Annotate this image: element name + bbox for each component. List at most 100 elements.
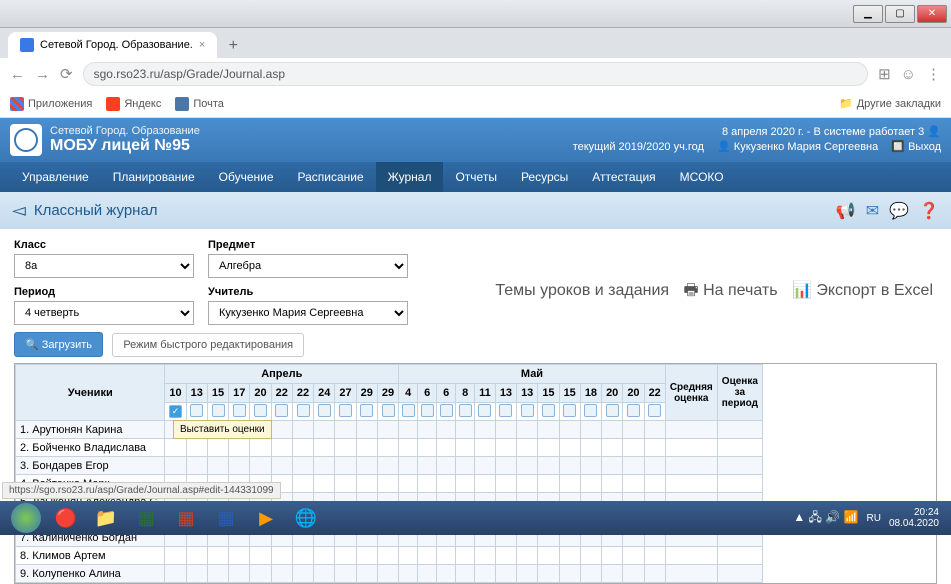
grade-cell[interactable] <box>475 547 496 565</box>
day-checkbox[interactable] <box>229 403 250 421</box>
period-cell[interactable] <box>717 457 762 475</box>
close-tab-icon[interactable]: × <box>199 39 205 51</box>
topics-link[interactable]: Темы уроков и задания <box>495 282 669 299</box>
grade-cell[interactable] <box>580 421 601 439</box>
day-header[interactable]: 29 <box>356 384 377 403</box>
taskbar-word[interactable]: ▦ <box>206 504 246 532</box>
grade-cell[interactable] <box>644 565 665 583</box>
grade-cell[interactable] <box>271 547 292 565</box>
grade-cell[interactable] <box>602 439 623 457</box>
nav-item-8[interactable]: МСОКО <box>668 162 736 192</box>
grade-cell[interactable] <box>437 457 456 475</box>
grade-cell[interactable] <box>418 475 437 493</box>
grade-cell[interactable] <box>559 547 580 565</box>
grade-cell[interactable] <box>623 439 644 457</box>
grade-cell[interactable] <box>399 475 418 493</box>
taskbar-powerpoint[interactable]: ▦ <box>166 504 206 532</box>
grade-cell[interactable] <box>335 439 356 457</box>
class-select[interactable]: 8a <box>14 254 194 278</box>
grade-cell[interactable] <box>437 475 456 493</box>
grade-cell[interactable] <box>580 457 601 475</box>
grade-cell[interactable] <box>580 547 601 565</box>
grade-cell[interactable] <box>377 439 398 457</box>
day-checkbox[interactable] <box>207 403 228 421</box>
grade-cell[interactable] <box>623 565 644 583</box>
grade-cell[interactable] <box>456 457 475 475</box>
grade-cell[interactable] <box>186 457 207 475</box>
grade-cell[interactable] <box>456 475 475 493</box>
grade-cell[interactable] <box>292 439 313 457</box>
profile-icon[interactable]: ☺ <box>901 66 916 83</box>
grade-cell[interactable] <box>418 421 437 439</box>
grade-cell[interactable] <box>314 547 335 565</box>
grade-cell[interactable] <box>314 457 335 475</box>
grade-cell[interactable] <box>580 565 601 583</box>
grade-cell[interactable] <box>335 565 356 583</box>
period-cell[interactable] <box>717 475 762 493</box>
grade-cell[interactable] <box>377 457 398 475</box>
period-cell[interactable] <box>717 439 762 457</box>
grade-cell[interactable] <box>165 439 186 457</box>
taskbar-excel[interactable]: ▦ <box>126 504 166 532</box>
grade-cell[interactable] <box>644 475 665 493</box>
subject-select[interactable]: Алгебра <box>208 254 408 278</box>
grade-cell[interactable] <box>314 475 335 493</box>
grade-cell[interactable] <box>495 421 516 439</box>
grade-cell[interactable] <box>644 439 665 457</box>
grade-cell[interactable] <box>314 421 335 439</box>
grade-cell[interactable] <box>292 565 313 583</box>
day-header[interactable]: 6 <box>418 384 437 403</box>
day-header[interactable]: 13 <box>495 384 516 403</box>
extension-icon[interactable]: ⊞ <box>878 65 891 83</box>
grade-cell[interactable] <box>437 565 456 583</box>
grade-cell[interactable] <box>271 565 292 583</box>
grade-cell[interactable] <box>418 457 437 475</box>
day-header[interactable]: 24 <box>314 384 335 403</box>
day-checkbox[interactable] <box>186 403 207 421</box>
day-checkbox[interactable] <box>250 403 271 421</box>
grade-cell[interactable] <box>475 565 496 583</box>
taskbar-explorer[interactable]: 📁 <box>86 504 126 532</box>
grade-cell[interactable] <box>517 457 538 475</box>
grade-cell[interactable] <box>538 457 559 475</box>
grade-cell[interactable] <box>399 457 418 475</box>
day-header[interactable]: 20 <box>602 384 623 403</box>
student-name[interactable]: 1. Арутюнян Карина <box>16 421 165 439</box>
grade-cell[interactable] <box>559 421 580 439</box>
day-header[interactable]: 22 <box>271 384 292 403</box>
taskbar-opera[interactable]: 🔴 <box>46 504 86 532</box>
grade-cell[interactable] <box>517 547 538 565</box>
grade-cell[interactable] <box>623 475 644 493</box>
day-checkbox[interactable] <box>399 403 418 421</box>
apps-bookmark[interactable]: Приложения <box>10 97 92 111</box>
browser-tab[interactable]: Сетевой Город. Образование. × <box>8 32 217 58</box>
grade-cell[interactable] <box>538 421 559 439</box>
student-name[interactable]: 3. Бондарев Егор <box>16 457 165 475</box>
grade-cell[interactable] <box>207 565 228 583</box>
day-header[interactable]: 15 <box>559 384 580 403</box>
minimize-button[interactable]: ▁ <box>853 5 883 23</box>
grade-cell[interactable] <box>229 547 250 565</box>
day-checkbox[interactable] <box>377 403 398 421</box>
print-link[interactable]: 🖶 На печать <box>684 282 778 299</box>
grade-cell[interactable] <box>207 457 228 475</box>
grade-cell[interactable] <box>559 565 580 583</box>
grade-cell[interactable] <box>580 475 601 493</box>
day-checkbox[interactable] <box>271 403 292 421</box>
grade-cell[interactable] <box>623 457 644 475</box>
nav-item-4[interactable]: Журнал <box>376 162 444 192</box>
grade-cell[interactable] <box>644 547 665 565</box>
grade-cell[interactable] <box>250 565 271 583</box>
forward-button[interactable]: → <box>35 66 50 83</box>
nav-item-0[interactable]: Управление <box>10 162 101 192</box>
day-header[interactable]: 13 <box>186 384 207 403</box>
day-header[interactable]: 6 <box>437 384 456 403</box>
taskbar-media[interactable]: ▶ <box>246 504 286 532</box>
grade-cell[interactable] <box>186 439 207 457</box>
grade-cell[interactable] <box>271 421 292 439</box>
grade-cell[interactable] <box>559 439 580 457</box>
grade-cell[interactable] <box>517 475 538 493</box>
menu-icon[interactable]: ⋮ <box>926 65 941 83</box>
period-cell[interactable] <box>717 565 762 583</box>
grade-cell[interactable] <box>250 547 271 565</box>
